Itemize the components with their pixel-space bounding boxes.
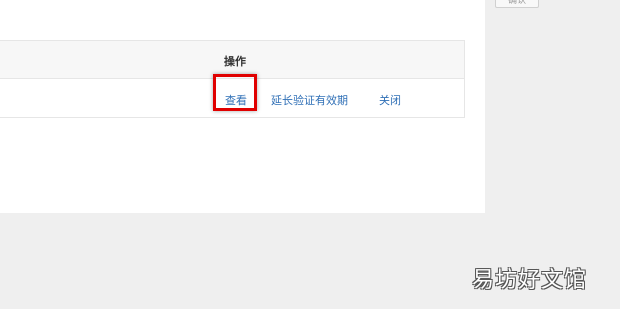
- extend-validity-link[interactable]: 延长验证有效期: [271, 92, 348, 108]
- watermark-text: 易坊好文馆: [472, 268, 588, 293]
- column-header-operations: 操作: [224, 55, 246, 68]
- close-link[interactable]: 关闭: [379, 92, 401, 108]
- top-right-button[interactable]: 确认: [495, 0, 539, 8]
- highlight-box: [213, 74, 257, 111]
